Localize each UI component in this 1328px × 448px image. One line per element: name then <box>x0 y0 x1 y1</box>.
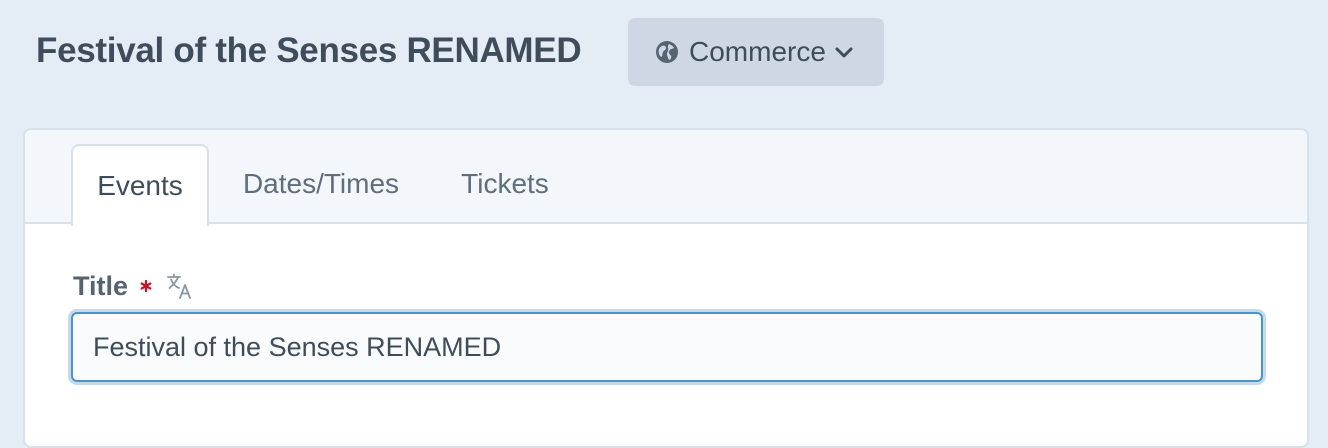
required-asterisk-icon <box>140 280 152 292</box>
tab-dates-times[interactable]: Dates/Times <box>239 144 403 224</box>
title-field-header: Title <box>73 268 194 304</box>
page-title: Festival of the Senses RENAMED <box>36 31 582 70</box>
title-field-label: Title <box>73 270 129 301</box>
translate-icon <box>166 272 194 300</box>
site-menu-label: Commerce <box>689 36 826 67</box>
title-input[interactable] <box>71 312 1263 382</box>
tab-events[interactable]: Events <box>71 144 209 226</box>
globe-icon <box>655 40 679 64</box>
tab-bar: Events Dates/Times Tickets <box>25 130 1307 226</box>
site-menu-button[interactable]: Commerce <box>628 18 884 86</box>
tab-tickets[interactable]: Tickets <box>459 144 551 224</box>
edit-entry-card: Events Dates/Times Tickets Title <box>23 128 1309 448</box>
chevron-down-icon <box>834 42 854 62</box>
page-header: Festival of the Senses RENAMED Commerce <box>0 0 1328 104</box>
